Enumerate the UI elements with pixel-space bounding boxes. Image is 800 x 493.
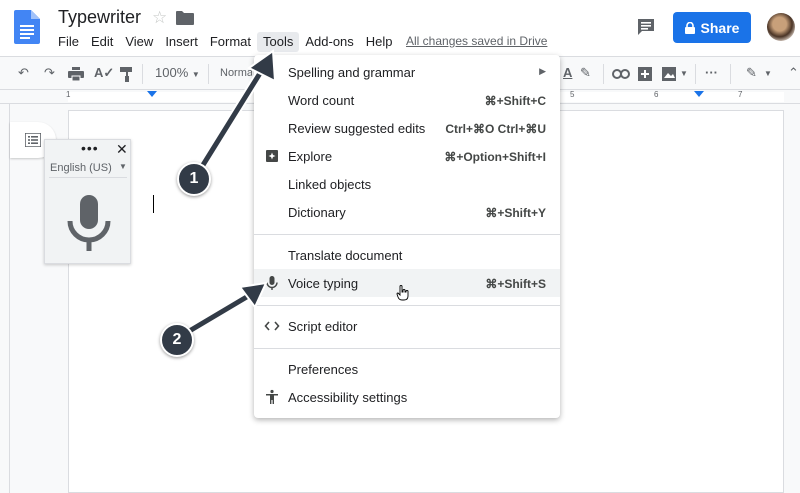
menu-format[interactable]: Format	[204, 32, 257, 52]
comment-icon[interactable]	[636, 17, 656, 37]
header: Typewriter ☆ File Edit View Insert Forma…	[0, 0, 800, 56]
ruler-number: 6	[654, 90, 659, 99]
menu-item-shortcut: Ctrl+⌘O Ctrl+⌘U	[445, 122, 546, 136]
submenu-arrow-icon: ▶	[539, 66, 546, 76]
menu-item-label: Script editor	[288, 319, 358, 334]
menu-item-label: Linked objects	[288, 177, 372, 192]
edit-mode-icon[interactable]: ✎	[746, 65, 757, 81]
menu-item-label: Voice typing	[288, 276, 359, 291]
collapse-icon[interactable]: ⌃	[788, 65, 799, 81]
menu-item-shortcut: ⌘+Option+Shift+I	[444, 150, 546, 164]
chevron-down-icon[interactable]: ▼	[680, 69, 688, 78]
menu-help[interactable]: Help	[360, 32, 399, 52]
toolbar-divider	[603, 64, 604, 84]
menu-insert[interactable]: Insert	[159, 32, 204, 52]
menu-item-label: Translate document	[288, 248, 403, 263]
menu-item-label: Spelling and grammar	[288, 65, 416, 80]
accessibility-icon	[266, 389, 278, 404]
zoom-select[interactable]: 100% ▼	[155, 65, 200, 80]
menu-item-label: Explore	[288, 149, 333, 164]
chevron-down-icon: ▼	[191, 70, 200, 79]
share-label: Share	[700, 19, 740, 36]
image-icon[interactable]	[662, 67, 676, 81]
menu-item-translate[interactable]: Translate document	[254, 241, 560, 269]
more-icon[interactable]: ···	[705, 65, 718, 80]
chevron-down-icon[interactable]: ▼	[764, 69, 772, 78]
avatar[interactable]	[767, 13, 795, 41]
language-select[interactable]: English (US) ▼	[49, 160, 127, 178]
undo-icon[interactable]: ↶	[18, 65, 29, 81]
menu-edit[interactable]: Edit	[85, 32, 119, 52]
redo-icon[interactable]: ↷	[44, 65, 55, 81]
ruler-number: 1	[66, 90, 71, 99]
menu-tools[interactable]: Tools	[257, 32, 300, 52]
share-button[interactable]: Share	[673, 12, 751, 43]
step-1-badge: 1	[177, 162, 211, 196]
menu-item-label: Dictionary	[288, 205, 346, 220]
menu-item-dictionary[interactable]: Dictionary ⌘+Shift+Y	[254, 198, 560, 226]
document-title[interactable]: Typewriter	[58, 7, 141, 28]
ruler-number: 5	[570, 90, 575, 99]
step-2-badge: 2	[160, 323, 194, 357]
close-icon[interactable]: ✕	[116, 141, 128, 158]
more-options-icon[interactable]: •••	[81, 140, 99, 156]
menu-item-label: Preferences	[288, 362, 359, 377]
star-icon[interactable]: ☆	[152, 8, 167, 28]
link-icon[interactable]	[612, 69, 630, 79]
spellcheck-icon[interactable]: A✓	[94, 65, 114, 81]
toolbar-divider	[142, 64, 143, 84]
menu-divider	[254, 305, 560, 306]
paint-format-icon[interactable]	[120, 67, 134, 82]
text-cursor	[153, 195, 154, 213]
menu-item-label: Word count	[288, 93, 355, 108]
right-indent-marker[interactable]	[694, 91, 704, 97]
toolbar-divider	[730, 64, 731, 84]
toolbar-divider	[208, 64, 209, 84]
menu-item-shortcut: ⌘+Shift+C	[484, 94, 546, 108]
docs-logo-icon[interactable]	[14, 10, 40, 44]
chevron-down-icon: ▼	[119, 162, 127, 171]
menu-addons[interactable]: Add-ons	[299, 32, 359, 52]
menu-item-script-editor[interactable]: Script editor	[254, 312, 560, 340]
menu-file[interactable]: File	[52, 32, 85, 52]
menu-item-spelling-grammar[interactable]: Spelling and grammar ▶	[254, 58, 560, 86]
folder-icon[interactable]	[176, 10, 194, 26]
vertical-ruler[interactable]	[0, 104, 10, 493]
left-indent-marker[interactable]	[147, 91, 157, 97]
menu-item-word-count[interactable]: Word count ⌘+Shift+C	[254, 86, 560, 114]
menu-divider	[254, 234, 560, 235]
explore-icon	[266, 150, 278, 162]
print-icon[interactable]	[68, 67, 84, 81]
microphone-button-icon[interactable]	[67, 195, 111, 251]
toolbar-divider	[695, 64, 696, 84]
menu-item-shortcut: ⌘+Shift+S	[485, 277, 546, 291]
outline-icon	[25, 133, 41, 147]
lock-icon	[684, 21, 695, 34]
menu-item-explore[interactable]: Explore ⌘+Option+Shift+I	[254, 142, 560, 170]
zoom-value: 100%	[155, 65, 189, 80]
menu-bar: File Edit View Insert Format Tools Add-o…	[52, 32, 399, 52]
menu-item-review-edits[interactable]: Review suggested edits Ctrl+⌘O Ctrl+⌘U	[254, 114, 560, 142]
menu-divider	[254, 348, 560, 349]
menu-item-linked-objects[interactable]: Linked objects	[254, 170, 560, 198]
add-comment-icon[interactable]	[638, 67, 652, 81]
ruler-number: 7	[738, 90, 743, 99]
menu-view[interactable]: View	[119, 32, 159, 52]
microphone-icon	[266, 276, 278, 290]
text-color-icon[interactable]: A	[563, 65, 572, 80]
hand-cursor-icon	[396, 285, 409, 301]
menu-item-shortcut: ⌘+Shift+Y	[485, 206, 546, 220]
menu-item-label: Accessibility settings	[288, 390, 408, 405]
menu-item-accessibility[interactable]: Accessibility settings	[254, 383, 560, 411]
highlight-icon[interactable]: ✎	[580, 65, 591, 81]
code-icon	[264, 321, 280, 331]
saved-status-link[interactable]: All changes saved in Drive	[406, 34, 547, 48]
menu-item-preferences[interactable]: Preferences	[254, 355, 560, 383]
style-select[interactable]: Normal	[220, 67, 252, 79]
tools-dropdown-menu: Spelling and grammar ▶ Word count ⌘+Shif…	[254, 55, 560, 418]
menu-item-label: Review suggested edits	[288, 121, 426, 136]
language-value: English (US)	[50, 162, 112, 174]
voice-typing-widget: ••• ✕ English (US) ▼	[44, 139, 131, 264]
